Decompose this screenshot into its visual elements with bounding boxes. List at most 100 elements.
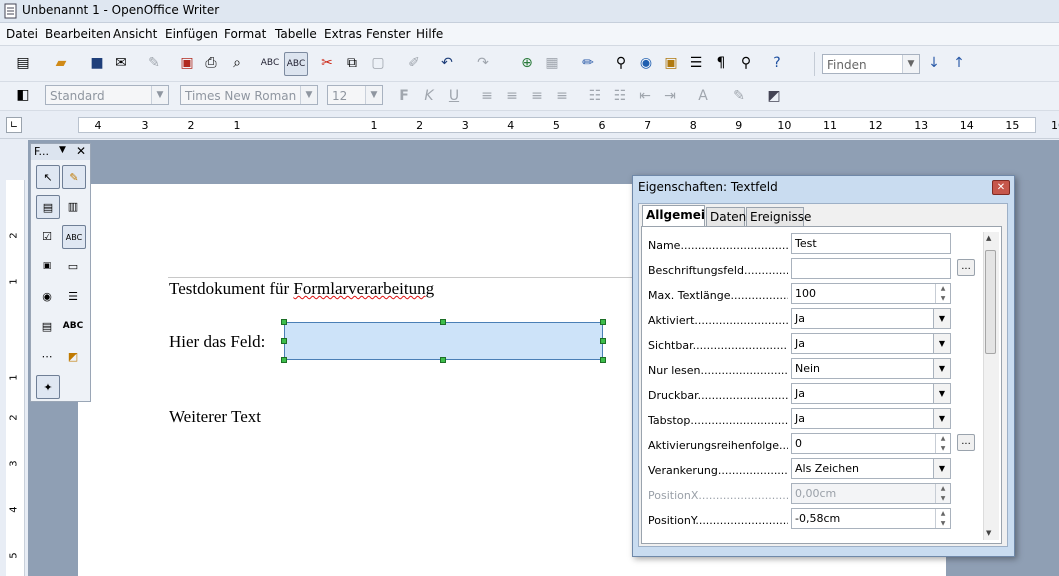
hyperlink-icon[interactable]: ⊕: [516, 52, 538, 74]
scroll-up-icon[interactable]: ▲: [986, 234, 991, 242]
more-controls-icon[interactable]: ⋯: [36, 345, 58, 367]
resize-handle[interactable]: [600, 338, 606, 344]
wizards-icon[interactable]: ✦: [36, 375, 60, 399]
background-color-icon[interactable]: ◩: [763, 85, 785, 107]
property-select[interactable]: Ja ▼: [791, 383, 951, 404]
spin-buttons-icon[interactable]: ▲ ▼: [935, 284, 950, 303]
property-input[interactable]: -0,58cm ▲ ▼: [791, 508, 951, 529]
spellcheck-icon[interactable]: ABC: [259, 52, 281, 74]
print-icon[interactable]: ⎙: [200, 52, 222, 74]
autospellcheck-icon[interactable]: ABC: [284, 52, 308, 76]
chevron-down-icon[interactable]: ▼: [59, 145, 66, 155]
design-mode-icon[interactable]: ✎: [62, 165, 86, 189]
edit-file-icon[interactable]: ✎: [143, 52, 165, 74]
page-preview-icon[interactable]: ⌕: [226, 52, 248, 74]
navigator-icon[interactable]: ◉: [635, 52, 657, 74]
undo-icon[interactable]: ↶: [436, 52, 458, 74]
font-name-select[interactable]: Times New Roman ▼: [180, 85, 318, 105]
export-pdf-icon[interactable]: ▣: [176, 52, 198, 74]
resize-handle[interactable]: [281, 338, 287, 344]
chevron-down-icon[interactable]: ▼: [365, 86, 382, 104]
select-pointer-icon[interactable]: ↖: [36, 165, 60, 189]
open-folder-icon[interactable]: ▰: [50, 52, 72, 74]
chevron-down-icon[interactable]: ▼: [300, 86, 317, 104]
save-icon[interactable]: ■: [86, 52, 108, 74]
menu-tabelle[interactable]: Tabelle: [275, 27, 317, 41]
property-select[interactable]: Ja ▼: [791, 408, 951, 429]
italic-icon[interactable]: K: [418, 85, 440, 107]
resize-handle[interactable]: [281, 357, 287, 363]
underline-icon[interactable]: U: [443, 85, 465, 107]
mail-icon[interactable]: ✉: [110, 52, 132, 74]
chevron-down-icon[interactable]: ▼: [902, 55, 919, 73]
chevron-down-icon[interactable]: ▼: [933, 459, 950, 478]
control-properties-icon[interactable]: ▤: [36, 195, 60, 219]
paragraph-style-select[interactable]: Standard ▼: [45, 85, 169, 105]
tab-allgemein[interactable]: Allgemein: [642, 205, 714, 227]
align-center-icon[interactable]: ≡: [501, 85, 523, 107]
spin-buttons-icon[interactable]: ▲ ▼: [935, 434, 950, 453]
resize-handle[interactable]: [440, 357, 446, 363]
font-color-icon[interactable]: A: [692, 85, 714, 107]
tab-order-more-button[interactable]: ...: [957, 434, 975, 451]
find-previous-icon[interactable]: ↑: [948, 52, 970, 74]
chevron-down-icon[interactable]: ▼: [933, 384, 950, 403]
chevron-down-icon[interactable]: ▼: [151, 86, 168, 104]
new-document-icon[interactable]: ▤: [12, 52, 34, 74]
bold-icon[interactable]: F: [393, 85, 415, 107]
gallery-icon[interactable]: ▣: [660, 52, 682, 74]
list-box-icon[interactable]: ☰: [62, 285, 84, 307]
styles-formatting-icon[interactable]: ◧: [12, 84, 34, 106]
form-properties-icon[interactable]: ▥: [62, 195, 84, 217]
menu-datei[interactable]: Datei: [6, 27, 38, 41]
find-replace-icon[interactable]: ⚲: [610, 52, 632, 74]
spin-buttons-icon[interactable]: ▲ ▼: [935, 484, 950, 503]
formatting-marks-icon[interactable]: ¶: [710, 52, 732, 74]
tab-type-icon[interactable]: ∟: [6, 117, 22, 133]
menu-format[interactable]: Format: [224, 27, 266, 41]
help-icon[interactable]: ?: [766, 52, 788, 74]
tab-ereignisse[interactable]: Ereignisse: [746, 207, 811, 226]
chevron-down-icon[interactable]: ▼: [933, 409, 950, 428]
resize-handle[interactable]: [281, 319, 287, 325]
checkbox-icon[interactable]: ☑: [36, 225, 58, 247]
menu-fenster[interactable]: Fenster: [366, 27, 411, 41]
property-input[interactable]: Test: [791, 233, 951, 254]
label-field-icon[interactable]: ABC: [62, 315, 84, 337]
form-text-field[interactable]: [284, 322, 603, 360]
chevron-down-icon[interactable]: ▼: [933, 359, 950, 378]
menu-hilfe[interactable]: Hilfe: [416, 27, 443, 41]
property-input[interactable]: 0,00cm ▲ ▼: [791, 483, 951, 504]
find-next-icon[interactable]: ↓: [923, 52, 945, 74]
numbering-icon[interactable]: ☷: [584, 85, 606, 107]
menu-extras[interactable]: Extras: [324, 27, 362, 41]
label-field-more-button[interactable]: ...: [957, 259, 975, 276]
property-select[interactable]: Als Zeichen ▼: [791, 458, 951, 479]
menu-bearbeiten[interactable]: Bearbeiten: [45, 27, 111, 41]
format-paintbrush-icon[interactable]: ✐: [403, 52, 425, 74]
find-input[interactable]: Finden ▼: [822, 54, 920, 74]
justify-icon[interactable]: ≡: [551, 85, 573, 107]
text-box-icon[interactable]: ABC: [62, 225, 86, 249]
paste-icon[interactable]: ▢: [367, 52, 389, 74]
zoom-icon[interactable]: ⚲: [735, 52, 757, 74]
property-select[interactable]: Ja ▼: [791, 308, 951, 329]
highlight-icon[interactable]: ✎: [728, 85, 750, 107]
property-input[interactable]: 0 ▲ ▼: [791, 433, 951, 454]
data-sources-icon[interactable]: ☰: [685, 52, 707, 74]
scroll-down-icon[interactable]: ▼: [986, 529, 991, 537]
decrease-indent-icon[interactable]: ⇤: [634, 85, 656, 107]
resize-handle[interactable]: [600, 357, 606, 363]
spin-buttons-icon[interactable]: ▲ ▼: [935, 509, 950, 528]
redo-icon[interactable]: ↷: [472, 52, 494, 74]
close-icon[interactable]: ✕: [76, 144, 86, 158]
resize-handle[interactable]: [440, 319, 446, 325]
property-input[interactable]: [791, 258, 951, 279]
cut-icon[interactable]: ✂: [316, 52, 338, 74]
combo-box-icon[interactable]: ▤: [36, 315, 58, 337]
menu-einfuegen[interactable]: Einfügen: [165, 27, 218, 41]
misspelled-word[interactable]: Formlarverarbeitung: [293, 279, 434, 298]
form-toolbar-titlebar[interactable]: F... ▼ ✕: [31, 144, 90, 160]
property-select[interactable]: Nein ▼: [791, 358, 951, 379]
align-left-icon[interactable]: ≡: [476, 85, 498, 107]
